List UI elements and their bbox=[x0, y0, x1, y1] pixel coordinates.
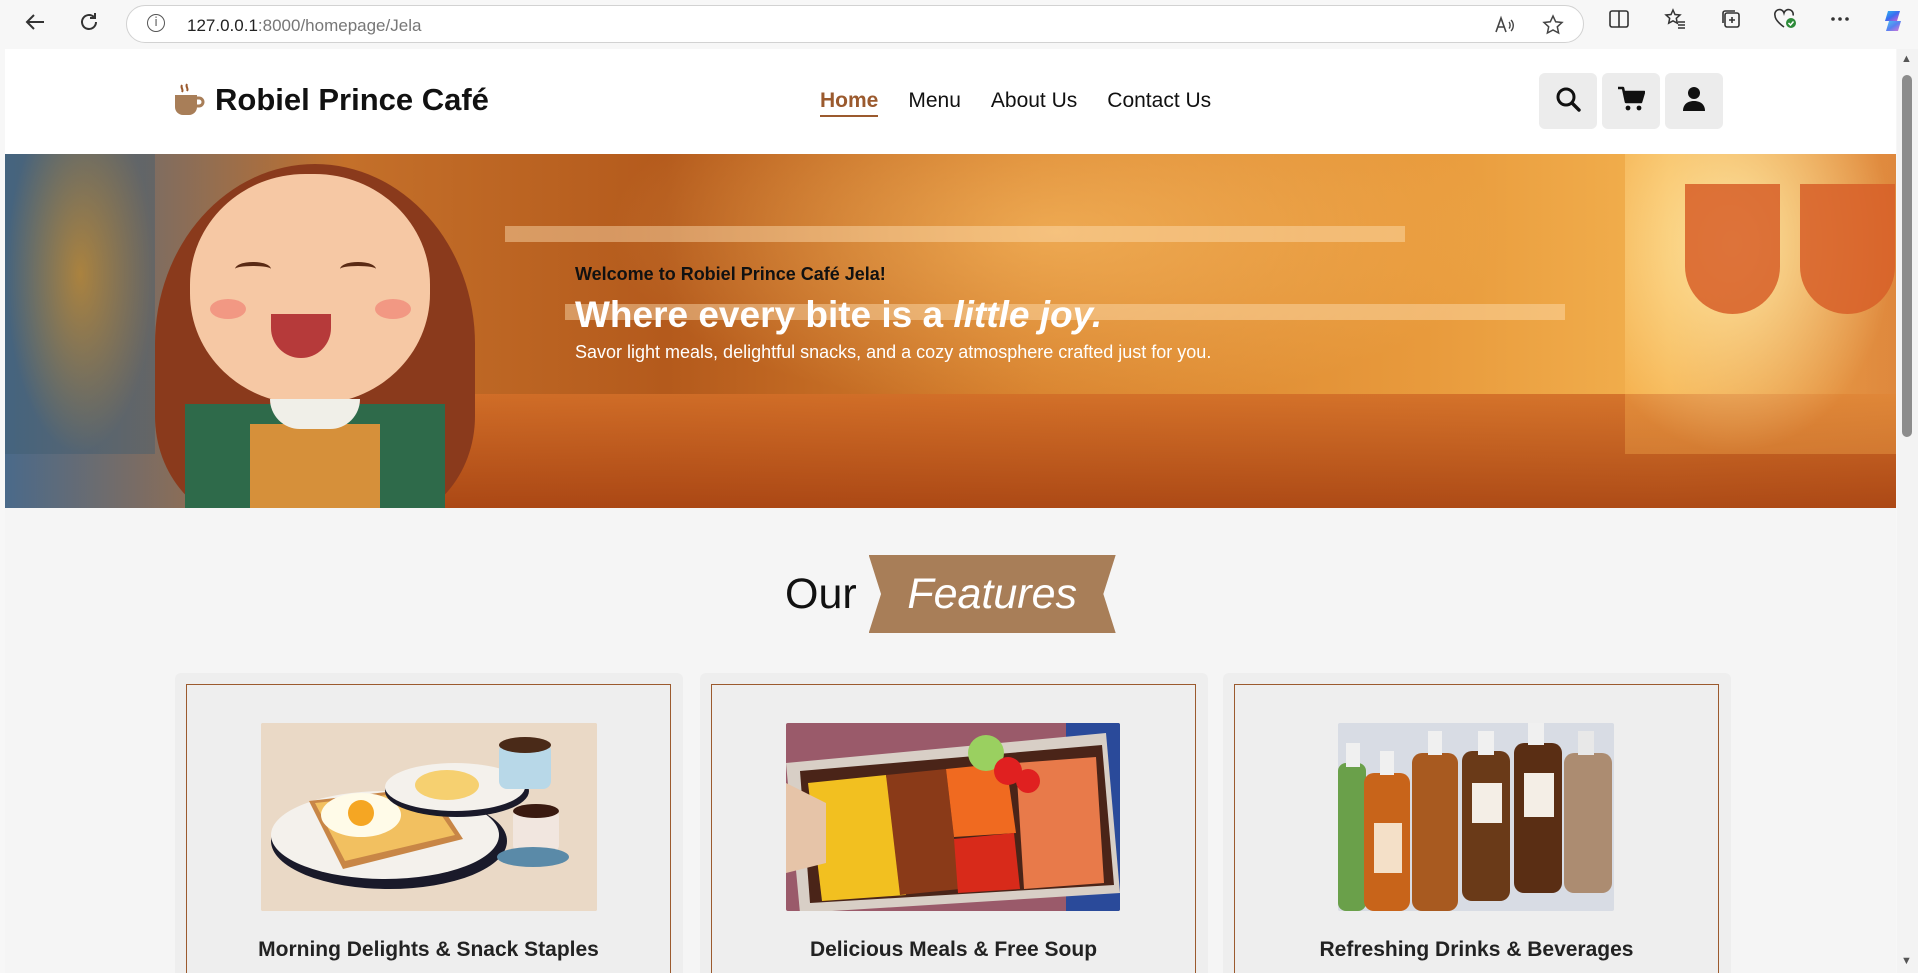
features-ribbon: Features bbox=[868, 555, 1116, 633]
collections-icon[interactable] bbox=[1716, 8, 1746, 38]
feature-card-inner: Refreshing Drinks & Beverages bbox=[1234, 684, 1719, 973]
scrollbar-thumb[interactable] bbox=[1902, 75, 1912, 437]
scroll-up-arrow-icon[interactable]: ▲ bbox=[1901, 53, 1912, 65]
feature-card-title: Refreshing Drinks & Beverages bbox=[1319, 938, 1634, 961]
hero-character-blush bbox=[375, 299, 411, 319]
brand-logo[interactable]: Robiel Prince Café bbox=[173, 82, 489, 118]
hero-subtitle: Savor light meals, delightful snacks, an… bbox=[575, 342, 1212, 362]
reload-icon[interactable] bbox=[72, 5, 106, 39]
search-icon bbox=[1555, 86, 1581, 117]
hero-character-blush bbox=[210, 299, 246, 319]
breakfast-image bbox=[261, 723, 597, 911]
cart-button[interactable] bbox=[1602, 73, 1660, 129]
nav-item-home[interactable]: Home bbox=[820, 89, 879, 117]
hero-glass bbox=[1800, 184, 1895, 314]
browser-health-icon[interactable] bbox=[1770, 8, 1800, 38]
feature-card[interactable]: Delicious Meals & Free Soup bbox=[700, 673, 1208, 973]
brand-name: Robiel Prince Café bbox=[215, 82, 489, 117]
scroll-down-arrow-icon[interactable]: ▼ bbox=[1901, 955, 1912, 967]
hero-banner: Welcome to Robiel Prince Café Jela! Wher… bbox=[5, 154, 1896, 508]
favorites-icon[interactable] bbox=[1660, 8, 1690, 38]
back-icon[interactable] bbox=[18, 5, 52, 39]
bottled-drinks-image bbox=[1338, 723, 1614, 911]
site-header: Robiel Prince Café Home Menu About Us Co… bbox=[5, 49, 1896, 154]
split-screen-icon[interactable] bbox=[1604, 8, 1634, 38]
hero-title-emphasis: little joy. bbox=[953, 294, 1103, 335]
nav-item-contact-us[interactable]: Contact Us bbox=[1107, 89, 1211, 117]
hero-character-eye bbox=[235, 262, 271, 276]
favorite-star-icon[interactable] bbox=[1542, 14, 1564, 42]
features-heading: Our Features bbox=[785, 555, 1116, 633]
feature-card-title: Morning Delights & Snack Staples bbox=[258, 938, 599, 961]
search-button[interactable] bbox=[1539, 73, 1597, 129]
feature-card-inner: Delicious Meals & Free Soup bbox=[711, 684, 1196, 973]
coffee-cup-icon bbox=[173, 83, 205, 117]
read-aloud-icon[interactable] bbox=[1493, 14, 1515, 42]
hero-character-face bbox=[190, 174, 430, 404]
features-heading-plain: Our bbox=[785, 569, 857, 618]
feature-card[interactable]: Morning Delights & Snack Staples bbox=[175, 673, 683, 973]
site-info-icon[interactable]: i bbox=[147, 14, 165, 32]
address-bar[interactable]: i 127.0.0.1:8000/homepage/Jela bbox=[126, 5, 1584, 43]
hero-character-apron-bib bbox=[250, 424, 380, 508]
browser-toolbar: i 127.0.0.1:8000/homepage/Jela bbox=[0, 0, 1918, 45]
address-url[interactable]: 127.0.0.1:8000/homepage/Jela bbox=[187, 16, 421, 36]
features-heading-ribbon: Features bbox=[907, 569, 1078, 618]
nav-item-about-us[interactable]: About Us bbox=[991, 89, 1077, 117]
hero-welcome: Welcome to Robiel Prince Café Jela! bbox=[575, 264, 886, 284]
hero-title: Where every bite is a little joy. bbox=[575, 294, 1211, 336]
user-icon bbox=[1682, 86, 1706, 117]
cart-icon bbox=[1617, 86, 1646, 117]
nav-item-menu[interactable]: Menu bbox=[908, 89, 961, 117]
hero-shelf bbox=[505, 226, 1405, 242]
feature-card-title: Delicious Meals & Free Soup bbox=[809, 938, 1098, 961]
account-button[interactable] bbox=[1665, 73, 1723, 129]
more-options-icon[interactable] bbox=[1825, 8, 1855, 38]
page-viewport: Robiel Prince Café Home Menu About Us Co… bbox=[5, 49, 1896, 973]
hero-text: Welcome to Robiel Prince Café Jela! Wher… bbox=[575, 264, 1211, 363]
feature-card-inner: Morning Delights & Snack Staples bbox=[186, 684, 671, 973]
feature-card[interactable]: Refreshing Drinks & Beverages bbox=[1223, 673, 1731, 973]
hero-title-plain: Where every bite is a bbox=[575, 294, 954, 335]
main-nav: Home Menu About Us Contact Us bbox=[820, 89, 1211, 117]
page-scrollbar[interactable]: ▲ ▼ bbox=[1897, 49, 1918, 973]
hero-plant-decoration bbox=[5, 154, 155, 454]
hero-character-eye bbox=[340, 262, 376, 276]
hero-glass bbox=[1685, 184, 1780, 314]
bento-meal-image bbox=[786, 723, 1120, 911]
copilot-icon[interactable] bbox=[1878, 8, 1908, 38]
